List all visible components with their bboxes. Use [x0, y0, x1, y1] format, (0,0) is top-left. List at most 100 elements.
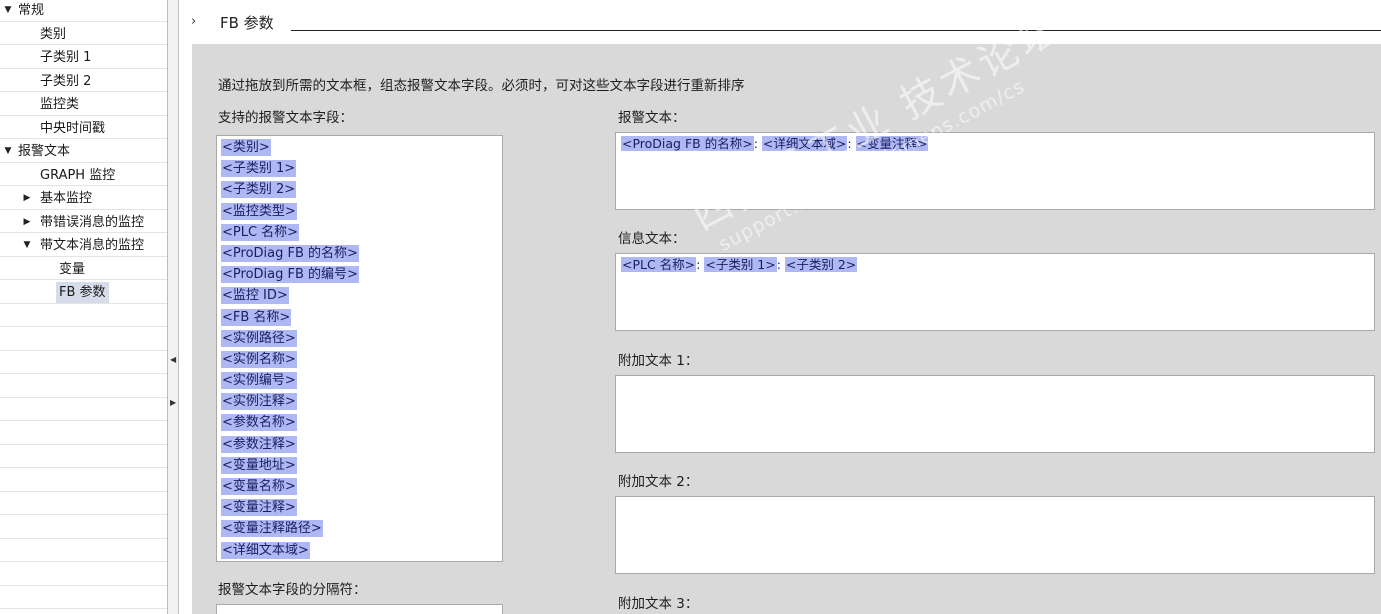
field-token[interactable]: <变量名称> [221, 478, 297, 495]
field-token[interactable]: <实例编号> [221, 372, 297, 390]
nav-empty-row [0, 494, 167, 515]
field-token[interactable]: <ProDiag FB 的名称> [221, 244, 359, 262]
extra-text-3-label: 附加文本 3： [618, 596, 699, 612]
nav-empty-row [0, 376, 167, 398]
field-token[interactable]: <子类别 1> [221, 160, 297, 178]
text-token[interactable]: <PLC 名称> [621, 257, 697, 272]
field-token[interactable]: <FB 名称> [221, 308, 292, 326]
extra-text-1-label: 附加文本 1： [618, 353, 699, 369]
field-token[interactable]: <变量注释> [221, 499, 297, 517]
nav-empty-row [0, 517, 167, 539]
separator-value [217, 603, 227, 614]
fb-parameters-panel: 通过拖放到所需的文本框，组态报警文本字段。必须时，可对这些文本字段进行重新排序 … [192, 44, 1381, 614]
nav-item-subcategory-2[interactable]: 子类别 2 [0, 71, 167, 92]
nav-empty-row [0, 400, 167, 421]
field-token[interactable]: <实例路径> [221, 329, 297, 347]
main-content: › FB 参数 通过拖放到所需的文本框，组态报警文本字段。必须时，可对这些文本字… [179, 0, 1381, 614]
token-separator: : [776, 257, 785, 272]
supported-fields-list[interactable]: <类别> <子类别 1> <子类别 2> <监控类型> <PLC 名称> <ProDiag… [216, 135, 503, 562]
nav-item-fb-parameters[interactable]: FB 参数 [0, 282, 167, 304]
nav-item-label: 变量 [59, 261, 86, 277]
field-token[interactable]: <变量地址> [221, 456, 297, 474]
nav-item-label: 基本监控 [40, 191, 93, 206]
field-token[interactable]: <实例名称> [221, 350, 297, 368]
text-token[interactable]: <详细文本域> [761, 136, 848, 151]
nav-item-label: GRAPH 监控 [40, 167, 116, 183]
info-text-box[interactable]: <PLC 名称>: <子类别 1>: <子类别 2> [615, 253, 1375, 331]
token-separator: : [847, 136, 856, 151]
field-token[interactable]: <变量注释路径> [221, 520, 323, 538]
nav-item-variable[interactable]: 变量 [0, 259, 167, 280]
nav-empty-row [0, 588, 167, 609]
nav-item-label: 子类别 2 [40, 73, 92, 89]
nav-empty-row [0, 447, 167, 468]
extra-text-2-box[interactable] [615, 496, 1375, 574]
expand-arrow-icon[interactable]: ▼ [21, 235, 33, 256]
extra-text-1-box[interactable] [615, 375, 1375, 453]
nav-item-general[interactable]: ▼ 常规 [0, 0, 167, 22]
nav-item-label: 常规 [18, 3, 45, 18]
field-token[interactable]: <参数注释> [221, 435, 297, 453]
extra-text-2-label: 附加文本 2： [618, 474, 699, 490]
nav-empty-row [0, 470, 167, 492]
field-token[interactable]: <类别> [221, 139, 271, 156]
nav-item-label: 报警文本 [18, 144, 71, 159]
field-token[interactable]: <实例注释> [221, 393, 297, 411]
nav-item-label: 类别 [40, 26, 67, 42]
text-token[interactable]: <ProDiag FB 的名称> [621, 136, 754, 151]
collapsed-arrow-icon[interactable]: ▶ [21, 188, 33, 209]
text-token[interactable]: <子类别 1> [704, 257, 777, 272]
nav-empty-row [0, 329, 167, 351]
section-header[interactable]: › FB 参数 [179, 0, 1381, 44]
expand-arrow-icon[interactable]: ▼ [2, 0, 14, 21]
nav-item-central-timestamp[interactable]: 中央时间戳 [0, 118, 167, 139]
nav-item-label: 带错误消息的监控 [40, 214, 145, 230]
collapse-left-icon[interactable]: ◀ [170, 346, 176, 374]
section-title: FB 参数 [220, 14, 274, 32]
info-text-tokens: <PLC 名称>: <子类别 1>: <子类别 2> [616, 254, 1374, 275]
field-token[interactable]: <参数名称> [221, 414, 297, 432]
nav-empty-row [0, 423, 167, 445]
nav-item-alarm-text[interactable]: ▼ 报警文本 [0, 141, 167, 163]
section-divider [291, 30, 1381, 31]
field-token[interactable]: <监控 ID> [221, 287, 289, 305]
separator-label: 报警文本字段的分隔符： [218, 582, 367, 598]
nav-item-label: 子类别 1 [40, 50, 92, 65]
nav-item-graph-monitoring[interactable]: GRAPH 监控 [0, 165, 167, 186]
chevron-right-icon[interactable]: › [191, 14, 196, 29]
alarm-text-box[interactable]: <ProDiag FB 的名称>: <详细文本域>: <变量注释> [615, 132, 1375, 210]
nav-item-subcategory-1[interactable]: 子类别 1 [0, 47, 167, 69]
nav-item-category[interactable]: 类别 [0, 24, 167, 45]
text-token[interactable]: <变量注释> [855, 136, 929, 151]
nav-item-label: 带文本消息的监控 [40, 238, 145, 253]
instruction-text: 通过拖放到所需的文本框，组态报警文本字段。必须时，可对这些文本字段进行重新排序 [218, 78, 745, 94]
separator-input[interactable] [216, 604, 503, 614]
nav-empty-row [0, 306, 167, 327]
text-token[interactable]: <子类别 2> [784, 257, 858, 272]
nav-item-label: 监控类 [40, 97, 80, 112]
nav-item-label: FB 参数 [56, 282, 109, 303]
field-token[interactable]: <PLC 名称> [221, 223, 300, 241]
nav-item-label: 中央时间戳 [40, 120, 106, 136]
nav-empty-row [0, 541, 167, 562]
alarm-text-label: 报警文本： [618, 110, 686, 126]
nav-item-monitoring-class[interactable]: 监控类 [0, 94, 167, 116]
expand-arrow-icon[interactable]: ▼ [2, 141, 14, 162]
field-token[interactable]: <监控类型> [221, 202, 297, 220]
field-token[interactable]: <详细文本域> [221, 541, 310, 559]
alarm-text-tokens: <ProDiag FB 的名称>: <详细文本域>: <变量注释> [616, 133, 1374, 154]
expand-right-icon[interactable]: ▶ [170, 389, 176, 417]
nav-empty-row [0, 353, 167, 374]
nav-item-basic-monitoring[interactable]: ▶ 基本监控 [0, 188, 167, 210]
nav-empty-row [0, 564, 167, 586]
token-separator: : [753, 136, 762, 151]
field-token[interactable]: <子类别 2> [221, 181, 297, 199]
supported-fields-label: 支持的报警文本字段： [218, 110, 353, 126]
pane-splitter[interactable]: ◀ ▶ [167, 0, 179, 614]
collapsed-arrow-icon[interactable]: ▶ [21, 212, 33, 233]
field-token[interactable]: <ProDiag FB 的编号> [221, 266, 359, 284]
nav-item-error-message-monitoring[interactable]: ▶ 带错误消息的监控 [0, 212, 167, 233]
nav-item-text-message-monitoring[interactable]: ▼ 带文本消息的监控 [0, 235, 167, 257]
nav-tree: ▼ 常规 类别 子类别 1 子类别 2 监控类 中央时间戳 ▼ 报警文本 GRA… [0, 0, 167, 614]
info-text-label: 信息文本： [618, 231, 686, 247]
